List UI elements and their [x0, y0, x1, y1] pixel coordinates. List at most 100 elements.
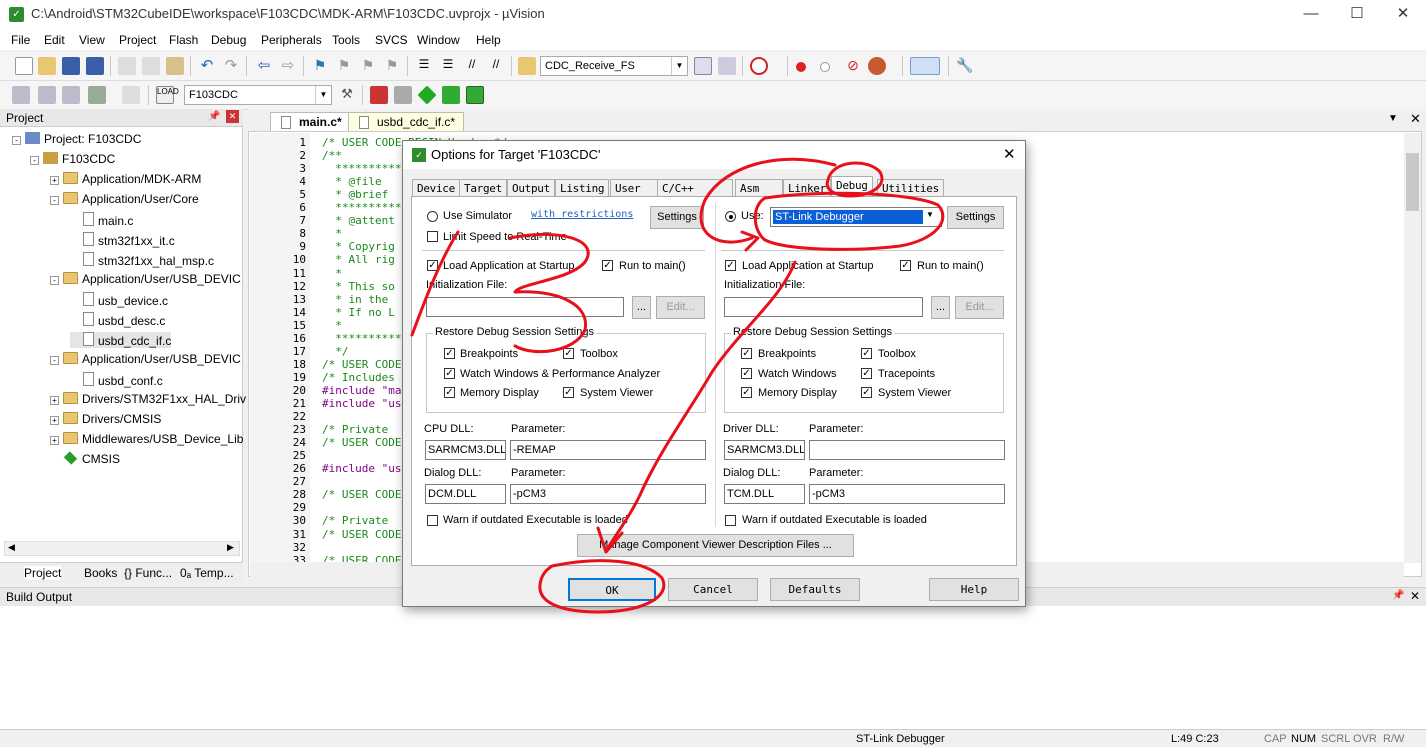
- toolbox-right-checkbox[interactable]: ✓: [861, 348, 872, 359]
- panel-close-icon[interactable]: ✕: [1410, 589, 1420, 603]
- tracepoints-checkbox[interactable]: ✓: [861, 368, 872, 379]
- menu-view[interactable]: View: [79, 33, 105, 47]
- init-file-input[interactable]: [426, 297, 624, 317]
- tree-item-1[interactable]: - F103CDC: [30, 152, 115, 166]
- run-to-main-checkbox[interactable]: ✓: [602, 260, 613, 271]
- paste-icon[interactable]: [166, 57, 184, 75]
- comment-icon[interactable]: //: [463, 57, 481, 75]
- tree-item-13[interactable]: + Drivers/STM32F1xx_HAL_Driv: [50, 392, 246, 406]
- find-combo[interactable]: CDC_Receive_FS ▼: [540, 56, 688, 76]
- editor-vscroll[interactable]: [1404, 133, 1421, 563]
- bookmark-next-icon[interactable]: ⚑: [359, 57, 377, 75]
- unindent-icon[interactable]: ☰: [439, 57, 457, 75]
- menu-debug[interactable]: Debug: [211, 33, 246, 47]
- tab-templates[interactable]: 0ₐ Temp...: [180, 566, 234, 580]
- code-line[interactable]: *: [322, 267, 342, 280]
- nav-back-icon[interactable]: ⇦: [255, 57, 273, 75]
- driver-dll-input[interactable]: SARMCM3.DLL: [724, 440, 805, 460]
- system-viewer-checkbox[interactable]: ✓: [563, 387, 574, 398]
- debugger-settings-button[interactable]: Settings: [947, 206, 1004, 229]
- tab-list-icon[interactable]: ▼: [1388, 113, 1398, 124]
- menu-svcs[interactable]: SVCS: [375, 33, 408, 47]
- bookmark-prev-icon[interactable]: ⚑: [335, 57, 353, 75]
- tree-item-14[interactable]: + Drivers/CMSIS: [50, 412, 161, 426]
- warn-outdated-checkbox[interactable]: [427, 515, 438, 526]
- watch-windows-right-checkbox[interactable]: ✓: [741, 368, 752, 379]
- tab-asm[interactable]: Asm: [735, 179, 783, 196]
- system-viewer-right-checkbox[interactable]: ✓: [861, 387, 872, 398]
- code-line[interactable]: /* USER CODE: [322, 358, 401, 371]
- download-icon[interactable]: LOAD: [156, 86, 179, 104]
- code-line[interactable]: /* Private: [322, 423, 388, 436]
- chevron-down-icon[interactable]: ▼: [926, 210, 934, 219]
- rebuild-icon[interactable]: [62, 86, 80, 104]
- panel-close-icon[interactable]: ✕: [226, 110, 239, 123]
- select-packs-icon[interactable]: [417, 85, 437, 105]
- breakpoint-kill-icon[interactable]: ⊘: [844, 57, 862, 75]
- tab-c-cpp[interactable]: C/C++ (AC6): [657, 179, 733, 208]
- watch-windows-checkbox[interactable]: ✓: [444, 368, 455, 379]
- memory-display-right-checkbox[interactable]: ✓: [741, 387, 752, 398]
- manage-project-icon[interactable]: [370, 86, 388, 104]
- tree-item-9[interactable]: usbd_desc.c: [70, 312, 165, 328]
- editor-close-icon[interactable]: ✕: [1410, 111, 1421, 127]
- driver-param-input[interactable]: [809, 440, 1005, 460]
- chevron-down-icon[interactable]: ▼: [315, 86, 331, 104]
- code-line[interactable]: * in the: [322, 293, 388, 306]
- dialog-close-icon[interactable]: ✕: [1003, 145, 1016, 163]
- init-file-right-input[interactable]: [724, 297, 923, 317]
- run-to-main-right-checkbox[interactable]: ✓: [900, 260, 911, 271]
- tab-debug[interactable]: Debug: [831, 176, 873, 197]
- code-line[interactable]: */: [322, 345, 348, 358]
- breakpoint-disable-icon[interactable]: [820, 62, 830, 72]
- target-options-icon[interactable]: ⚒: [338, 86, 356, 104]
- tab-user[interactable]: User: [610, 179, 658, 196]
- rte-icon[interactable]: [466, 86, 484, 104]
- expand-icon[interactable]: +: [50, 436, 59, 445]
- debugger-select[interactable]: ST-Link Debugger ▼: [770, 207, 942, 227]
- cpu-param-input[interactable]: -REMAP: [510, 440, 706, 460]
- ok-button[interactable]: OK: [568, 578, 656, 601]
- code-line[interactable]: * This so: [322, 280, 395, 293]
- collapse-icon[interactable]: -: [12, 136, 21, 145]
- incremental-find-icon[interactable]: [718, 57, 736, 75]
- menu-help[interactable]: Help: [476, 33, 501, 47]
- code-line[interactable]: /* Private: [322, 514, 388, 527]
- target-combo[interactable]: F103CDC ▼: [184, 85, 332, 105]
- menu-edit[interactable]: Edit: [44, 33, 65, 47]
- tree-item-6[interactable]: stm32f1xx_hal_msp.c: [70, 252, 214, 268]
- code-line[interactable]: * @attent: [322, 214, 395, 227]
- find-icon[interactable]: [694, 57, 712, 75]
- memory-display-checkbox[interactable]: ✓: [444, 387, 455, 398]
- scroll-right-icon[interactable]: ▶: [227, 542, 234, 553]
- manage-component-viewer-button[interactable]: Manage Component Viewer Description File…: [577, 534, 854, 557]
- new-file-icon[interactable]: [15, 57, 33, 75]
- copy-icon[interactable]: [142, 57, 160, 75]
- pin-icon[interactable]: 📌: [208, 111, 220, 122]
- maximize-button[interactable]: ☐: [1334, 2, 1380, 28]
- init-file-edit-button[interactable]: Edit...: [656, 296, 705, 319]
- tree-item-16[interactable]: CMSIS: [50, 451, 120, 466]
- use-simulator-radio[interactable]: [427, 211, 438, 222]
- tree-item-10[interactable]: usbd_cdc_if.c: [70, 332, 172, 348]
- code-line[interactable]: /* Includes: [322, 371, 395, 384]
- tree-item-11[interactable]: - Application/User/USB_DEVIC: [50, 352, 241, 366]
- scroll-left-icon[interactable]: ◀: [8, 542, 15, 553]
- load-app-checkbox[interactable]: ✓: [427, 260, 438, 271]
- translate-icon[interactable]: [12, 86, 30, 104]
- code-line[interactable]: *: [322, 319, 342, 332]
- minimize-button[interactable]: —: [1288, 2, 1334, 28]
- tab-utilities[interactable]: Utilities: [877, 179, 944, 196]
- pin-icon[interactable]: 📌: [1392, 590, 1404, 601]
- wrench-icon[interactable]: 🔧: [956, 57, 974, 75]
- window-layout-icon[interactable]: [910, 57, 940, 75]
- nav-forward-icon[interactable]: ⇨: [279, 57, 297, 75]
- tab-main-c[interactable]: main.c*: [270, 112, 351, 131]
- tree-item-3[interactable]: - Application/User/Core: [50, 192, 199, 206]
- code-line[interactable]: #include "ma: [322, 384, 401, 397]
- tab-books[interactable]: Books: [84, 566, 117, 580]
- cut-icon[interactable]: [118, 57, 136, 75]
- init-file-right-browse-button[interactable]: ...: [931, 296, 950, 319]
- restrictions-link[interactable]: with restrictions: [531, 209, 633, 220]
- code-line[interactable]: /**: [322, 149, 342, 162]
